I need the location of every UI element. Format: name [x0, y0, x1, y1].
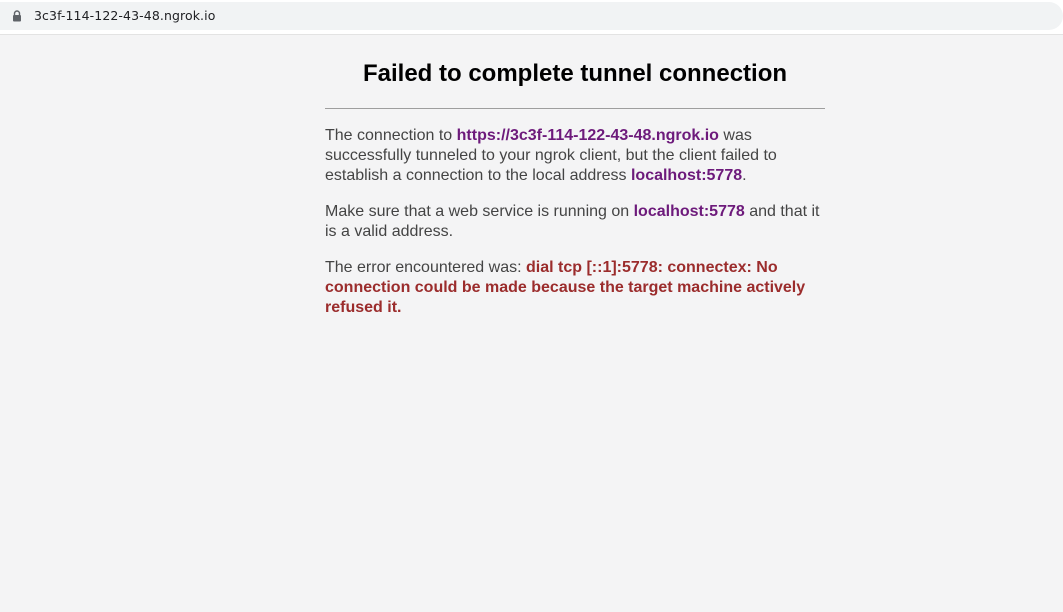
url-text[interactable]: 3c3f-114-122-43-48.ngrok.io	[34, 8, 215, 24]
local-address: localhost:5778	[633, 203, 745, 220]
browser-toolbar: 3c3f-114-122-43-48.ngrok.io	[0, 0, 1063, 35]
connection-paragraph: The connection to https://3c3f-114-122-4…	[325, 126, 825, 186]
error-paragraph: The error encountered was: dial tcp [::1…	[325, 258, 825, 318]
p2-before: Make sure that a web service is running …	[325, 203, 634, 220]
error-page: Failed to complete tunnel connection The…	[325, 35, 825, 318]
local-address: localhost:5778	[630, 167, 743, 184]
p3-before: The error encountered was:	[325, 259, 526, 276]
divider	[325, 108, 825, 109]
address-bar[interactable]: 3c3f-114-122-43-48.ngrok.io	[0, 2, 1063, 30]
page-title: Failed to complete tunnel connection	[362, 60, 788, 87]
p1-before: The connection to	[325, 127, 457, 144]
p1-after: .	[742, 167, 747, 184]
lock-icon[interactable]	[12, 10, 22, 22]
tunnel-url: https://3c3f-114-122-43-48.ngrok.io	[456, 127, 719, 144]
suggestion-paragraph: Make sure that a web service is running …	[325, 202, 825, 242]
